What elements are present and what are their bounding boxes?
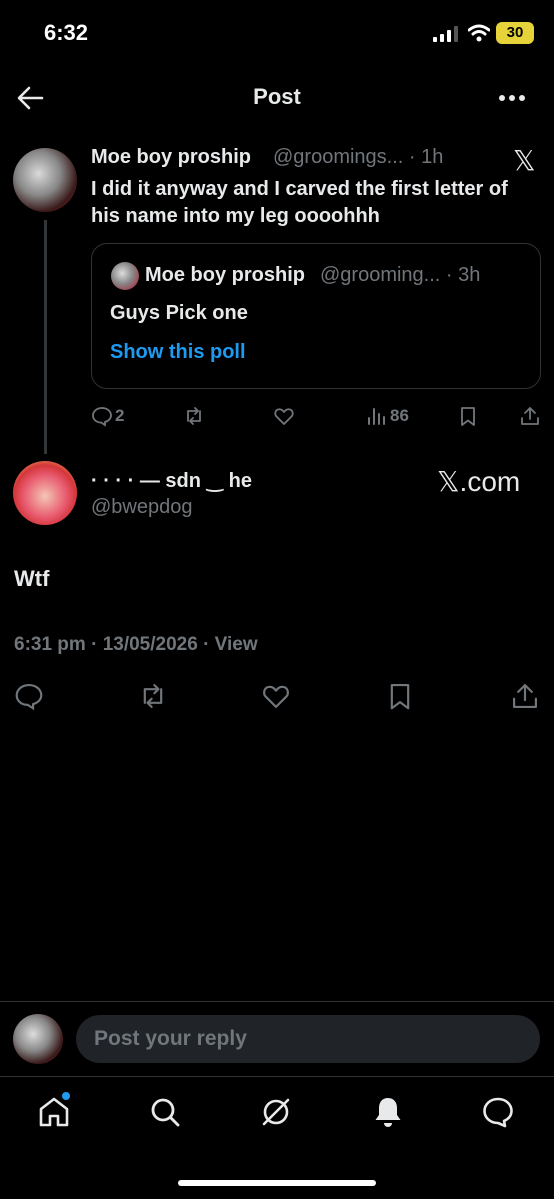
- home-unread-dot: [62, 1092, 70, 1100]
- more-icon[interactable]: [498, 92, 526, 104]
- avatar[interactable]: [13, 461, 77, 525]
- divider: [0, 1001, 554, 1002]
- reply-input[interactable]: [76, 1015, 540, 1063]
- views-icon[interactable]: [366, 405, 388, 427]
- quoted-text: Guys Pick one: [110, 302, 248, 324]
- reply-icon[interactable]: [91, 405, 113, 427]
- x-logo-icon: 𝕏: [513, 145, 536, 176]
- cellular-signal-icon: [433, 26, 458, 42]
- avatar[interactable]: [13, 148, 77, 212]
- thread-line: [44, 220, 47, 454]
- reply-count: 2: [115, 406, 125, 425]
- share-icon[interactable]: [519, 405, 541, 427]
- bell-icon[interactable]: [370, 1094, 406, 1130]
- share-icon[interactable]: [510, 681, 540, 711]
- post-text: Wtf: [14, 566, 50, 591]
- quoted-author-name: Moe boy proship: [145, 264, 305, 286]
- quoted-avatar: [111, 262, 139, 290]
- search-icon[interactable]: [147, 1094, 183, 1130]
- repost-icon[interactable]: [138, 681, 168, 711]
- bookmark-icon[interactable]: [385, 681, 415, 711]
- status-time: 6:32: [44, 20, 89, 45]
- author-handle[interactable]: @groomings... · 1h: [273, 146, 443, 169]
- messages-icon[interactable]: [480, 1094, 516, 1130]
- like-icon[interactable]: [273, 405, 295, 427]
- author-name[interactable]: · · · · — sdn ‿ he: [91, 468, 252, 493]
- post-timestamp[interactable]: 6:31 pm · 13/05/2026 · View: [14, 634, 258, 656]
- battery-indicator: 30: [496, 22, 534, 44]
- like-icon[interactable]: [261, 681, 291, 711]
- views-count: 86: [390, 406, 409, 425]
- wifi-icon: [468, 24, 490, 42]
- repost-icon[interactable]: [183, 405, 205, 427]
- grok-icon[interactable]: [258, 1094, 294, 1130]
- home-indicator: [178, 1180, 376, 1186]
- show-poll-link[interactable]: Show this poll: [110, 341, 246, 364]
- author-name[interactable]: Moe boy proship: [91, 146, 251, 169]
- divider: [0, 1076, 554, 1077]
- bookmark-icon[interactable]: [457, 405, 479, 427]
- source-badge: 𝕏.com: [437, 466, 521, 497]
- quoted-author-handle: @grooming... · 3h: [320, 264, 481, 286]
- author-handle[interactable]: @bwepdog: [91, 496, 192, 519]
- reply-icon[interactable]: [14, 681, 44, 711]
- page-title: Post: [253, 84, 301, 109]
- avatar[interactable]: [13, 1014, 63, 1064]
- post-text: I did it anyway and I carved the first l…: [91, 178, 508, 227]
